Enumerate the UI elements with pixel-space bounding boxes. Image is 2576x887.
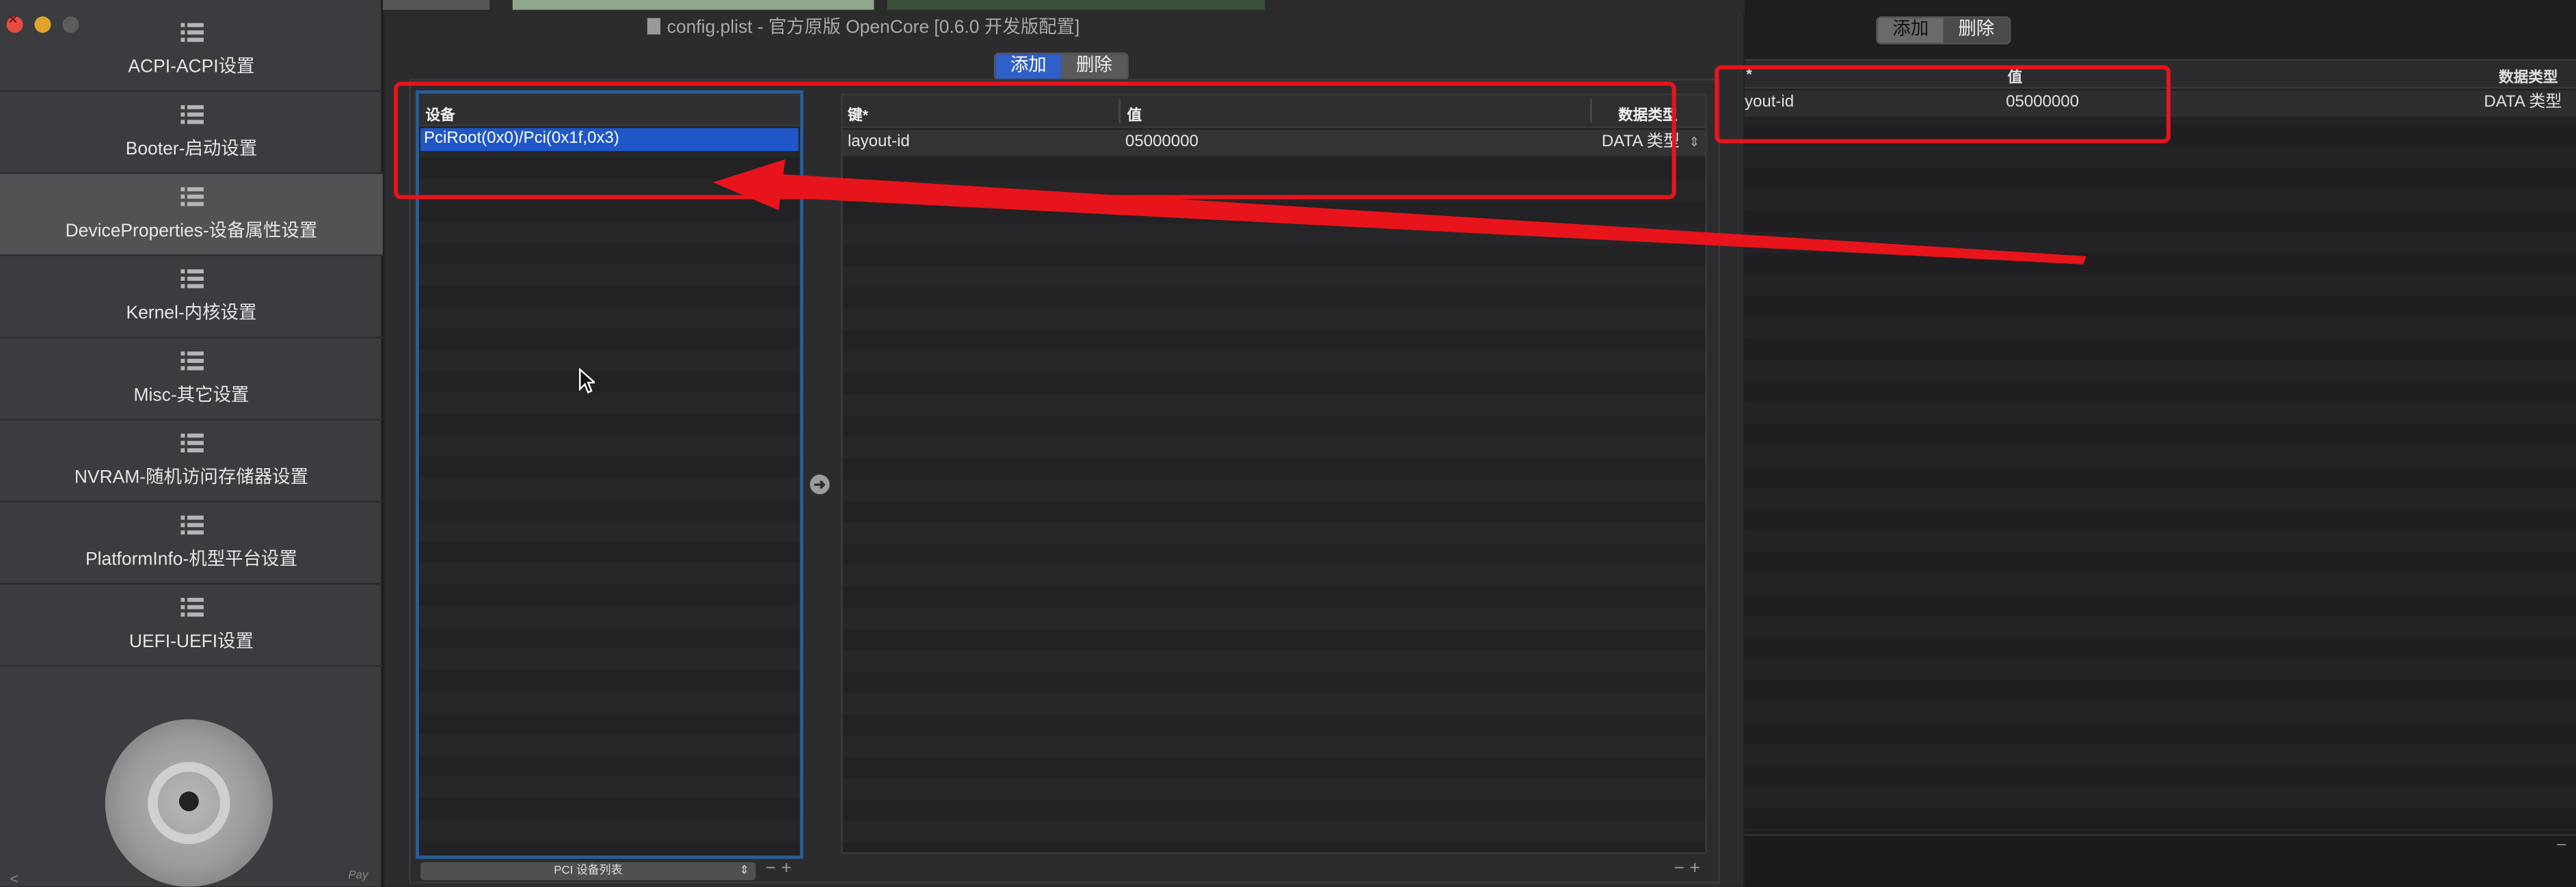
device-column-header[interactable]: 设备 (418, 93, 801, 127)
value-cell[interactable]: 05000000 (1125, 130, 1198, 156)
window-title-text: config.plist - 官方原版 OpenCore [0.6.0 开发版配… (667, 18, 1080, 38)
bg-value-column-header[interactable]: 值 (2007, 66, 2022, 87)
column-separator (1118, 98, 1121, 124)
value-column-header[interactable]: 值 (1127, 103, 1142, 124)
list-icon (180, 351, 203, 370)
bg-add-tab[interactable]: 添加 (1877, 18, 1944, 43)
sidebar-item-label: NVRAM-随机访问存储器设置 (74, 467, 309, 488)
bg-add-delete-segmented-control[interactable]: 添加 删除 (1876, 16, 2011, 44)
sidebar-item-label: UEFI-UEFI设置 (129, 632, 254, 652)
bg-type-cell[interactable]: DATA 类型 (2484, 90, 2562, 116)
property-table-header: 键* 值 数据类型 (842, 95, 1706, 128)
add-tab[interactable]: 添加 (995, 54, 1062, 79)
add-device-button[interactable]: + (781, 859, 796, 879)
bg-type-column-header[interactable]: 数据类型 (2499, 66, 2558, 87)
sidebar-item-label: Booter-启动设置 (125, 139, 258, 160)
sidebar-item-label: Kernel-内核设置 (126, 303, 257, 324)
sidebar-item[interactable]: NVRAM-随机访问存储器设置 (0, 420, 383, 503)
disc-hole (178, 791, 199, 812)
sidebar-item[interactable]: Booter-启动设置 (0, 92, 383, 174)
remove-property-button[interactable]: − (1674, 859, 1690, 879)
bg-table-row[interactable]: yout-id 05000000 DATA 类型 (1744, 90, 2576, 117)
add-property-button[interactable]: + (1689, 859, 1705, 879)
sidebar-item-label: PlatformInfo-机型平台设置 (85, 550, 297, 570)
delete-tab[interactable]: 删除 (1061, 54, 1127, 79)
bg-property-table[interactable]: * 值 数据类型 yout-id 05000000 DATA 类型 (1744, 59, 2576, 831)
list-icon (180, 597, 203, 617)
background-window: 添加 删除 * 值 数据类型 yout-id 05000000 DATA 类型 … (1744, 0, 2576, 887)
device-list[interactable]: 设备 PciRoot(0x0)/Pci(0x1f,0x3) (415, 90, 804, 859)
pay-label[interactable]: Pay (348, 871, 368, 882)
bg-key-column-header[interactable]: * (1746, 66, 1752, 82)
main-window: config.plist - 官方原版 OpenCore [0.6.0 开发版配… (384, 13, 1743, 887)
device-list-select-label: PCI 设备列表 (554, 865, 623, 877)
remove-device-button[interactable]: − (766, 859, 781, 879)
sidebar-item[interactable]: DeviceProperties-设备属性设置 (0, 174, 383, 256)
property-table[interactable]: 键* 值 数据类型 layout-id 05000000 DATA 类型 ⇕ (841, 93, 1707, 854)
type-cell[interactable]: DATA 类型 (1602, 130, 1680, 156)
share-icon[interactable]: < (10, 871, 18, 887)
sidebar: ACPI-ACPI设置 Booter-启动设置 DeviceProperties-设… (0, 0, 383, 887)
sidebar-item[interactable]: Misc-其它设置 (0, 338, 383, 421)
bg-table-header: * 值 数据类型 (1744, 60, 2576, 89)
sidebar-item[interactable]: ACPI-ACPI设置 (0, 10, 383, 92)
device-row[interactable]: PciRoot(0x0)/Pci(0x1f,0x3) (420, 128, 799, 152)
updown-arrows-icon: ⇕ (739, 865, 749, 877)
bg-remove-button[interactable]: − (2556, 836, 2566, 856)
device-list-controls: −+ (766, 859, 796, 879)
sidebar-item-label: Misc-其它设置 (133, 385, 250, 406)
background-window-d (887, 0, 1265, 10)
sidebar-item[interactable]: Kernel-内核设置 (0, 256, 383, 339)
property-table-controls: −+ (1674, 859, 1705, 879)
sidebar-item[interactable]: UEFI-UEFI设置 (0, 584, 383, 667)
list-icon (180, 105, 203, 124)
table-row[interactable]: layout-id 05000000 DATA 类型 ⇕ (842, 129, 1706, 156)
key-cell[interactable]: layout-id (848, 130, 910, 156)
add-delete-segmented-control[interactable]: 添加 删除 (993, 52, 1129, 81)
bg-delete-tab[interactable]: 删除 (1943, 18, 2009, 43)
list-icon (180, 515, 203, 535)
type-column-header[interactable]: 数据类型 (1618, 103, 1678, 124)
bg-table-footer: − (1744, 834, 2576, 887)
bg-key-cell[interactable]: yout-id (1745, 90, 1794, 116)
sidebar-item-label: DeviceProperties-设备属性设置 (65, 221, 318, 242)
sidebar-item-label: ACPI-ACPI设置 (128, 57, 255, 77)
device-list-select[interactable]: PCI 设备列表 ⇕ (420, 862, 756, 881)
window-title: config.plist - 官方原版 OpenCore [0.6.0 开发版配… (647, 13, 1469, 39)
opencore-disc-logo (105, 719, 273, 887)
column-separator (1590, 98, 1592, 124)
list-icon (180, 187, 203, 206)
key-column-header[interactable]: 键* (848, 103, 868, 124)
bg-value-cell[interactable]: 05000000 (2006, 90, 2079, 116)
mouse-cursor-icon (579, 368, 595, 394)
list-icon (180, 269, 203, 288)
sidebar-item[interactable]: PlatformInfo-机型平台设置 (0, 502, 383, 585)
arrow-right-icon[interactable]: ➜ (809, 474, 830, 495)
list-icon (180, 433, 203, 453)
list-icon (180, 23, 203, 42)
background-window-c (512, 0, 874, 10)
document-icon (647, 18, 661, 35)
type-stepper-icon[interactable]: ⇕ (1689, 130, 1700, 156)
